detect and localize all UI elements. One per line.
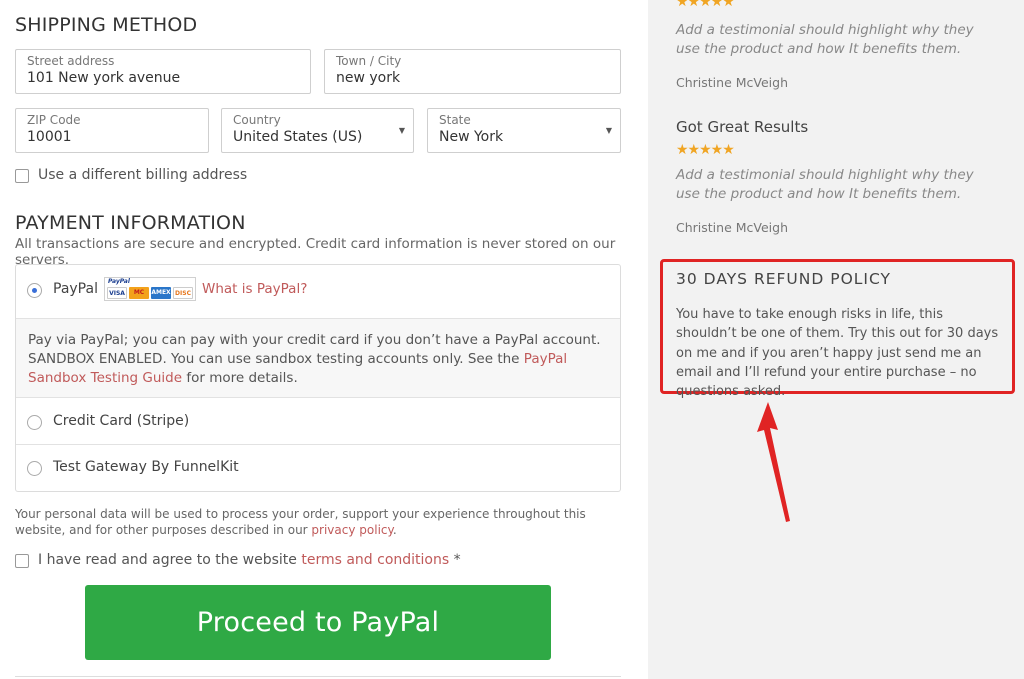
street-address-value: 101 New york avenue: [27, 70, 181, 86]
chevron-down-icon: ▼: [398, 126, 405, 135]
discover-icon: DISC: [173, 287, 193, 299]
chevron-down-icon: ▼: [605, 126, 612, 135]
street-address-label: Street address: [27, 54, 115, 68]
payment-title: PAYMENT INFORMATION: [15, 212, 246, 234]
terms-link[interactable]: terms and conditions: [301, 552, 449, 568]
street-address-field[interactable]: Street address 101 New york avenue: [15, 49, 311, 94]
zip-code-field[interactable]: ZIP Code 10001: [15, 108, 209, 153]
testimonial-author: Christine McVeigh: [676, 75, 788, 90]
testimonial-quote: Add a testimonial should highlight why t…: [676, 167, 974, 202]
zip-code-value: 10001: [27, 129, 72, 145]
terms-checkbox[interactable]: [15, 554, 29, 568]
billing-address-label: Use a different billing address: [38, 167, 248, 183]
city-value: new york: [336, 70, 401, 86]
checkout-form: SHIPPING METHOD Street address 101 New y…: [0, 0, 648, 679]
privacy-policy-link[interactable]: privacy policy: [311, 523, 392, 537]
city-field[interactable]: Town / City new york: [324, 49, 621, 94]
paypal-description: Pay via PayPal; you can pay with your cr…: [16, 318, 620, 398]
city-label: Town / City: [336, 54, 402, 68]
country-value: United States (US): [233, 129, 363, 145]
visa-icon: VISA: [107, 287, 127, 299]
stripe-radio[interactable]: [27, 415, 42, 430]
zip-code-label: ZIP Code: [27, 113, 81, 127]
payment-option-stripe[interactable]: Credit Card (Stripe): [16, 399, 620, 445]
payment-option-paypal[interactable]: PayPal PayPal VISA MC AMEX DISC What is …: [16, 265, 620, 318]
test-gateway-radio[interactable]: [27, 461, 42, 476]
state-value: New York: [439, 129, 504, 145]
country-select[interactable]: Country United States (US) ▼: [221, 108, 414, 153]
refund-policy-text: You have to take enough risks in life, t…: [676, 307, 999, 400]
stripe-label: Credit Card (Stripe): [53, 413, 190, 429]
divider: [15, 676, 621, 677]
shipping-title: SHIPPING METHOD: [15, 14, 198, 36]
test-gateway-label: Test Gateway By FunnelKit: [53, 459, 239, 475]
refund-policy-title: 30 DAYS REFUND POLICY: [676, 270, 891, 288]
rating-stars: ★★★★★: [676, 142, 735, 158]
mastercard-icon: MC: [129, 287, 149, 299]
privacy-notice: Your personal data will be used to proce…: [15, 507, 586, 537]
paypal-radio[interactable]: [27, 283, 42, 298]
paypal-label: PayPal: [53, 281, 98, 297]
proceed-to-paypal-button[interactable]: Proceed to PayPal: [85, 585, 551, 660]
what-is-paypal-link[interactable]: What is PayPal?: [202, 281, 307, 297]
amex-icon: AMEX: [151, 287, 171, 299]
state-select[interactable]: State New York ▼: [427, 108, 621, 153]
paypal-logo: PayPal: [108, 278, 130, 285]
billing-address-checkbox[interactable]: [15, 169, 29, 183]
terms-label: I have read and agree to the website ter…: [38, 552, 461, 568]
payment-option-test-gateway[interactable]: Test Gateway By FunnelKit: [16, 446, 620, 492]
rating-stars: ★★★★★: [676, 0, 735, 10]
testimonial-author: Christine McVeigh: [676, 220, 788, 235]
payment-methods: PayPal PayPal VISA MC AMEX DISC What is …: [15, 264, 621, 492]
card-logos: PayPal VISA MC AMEX DISC: [104, 277, 196, 301]
testimonial-quote: Add a testimonial should highlight why t…: [676, 22, 974, 57]
testimonial-title: Got Great Results: [676, 118, 809, 136]
country-label: Country: [233, 113, 281, 127]
arrow-up-icon: [757, 402, 790, 522]
state-label: State: [439, 113, 471, 127]
